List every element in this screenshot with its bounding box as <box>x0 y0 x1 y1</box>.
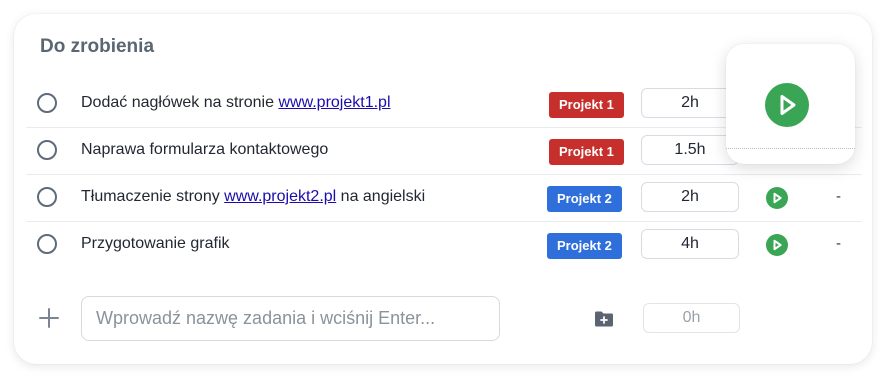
start-timer-button[interactable] <box>766 187 788 209</box>
new-task-input[interactable] <box>81 296 500 341</box>
task-text: Przygotowanie grafik <box>81 235 230 252</box>
start-timer-button[interactable] <box>766 234 788 256</box>
timer-popup <box>726 44 855 164</box>
task-row: Przygotowanie grafik Projekt 2 4h - <box>26 222 862 268</box>
play-icon <box>773 192 782 204</box>
task-extra: - <box>836 188 841 205</box>
play-icon <box>773 239 782 251</box>
project-badge[interactable]: Projekt 2 <box>547 233 622 259</box>
task-time-field[interactable]: 4h <box>641 229 739 259</box>
task-time-field[interactable]: 2h <box>641 182 739 212</box>
task-text: Naprawa formularza kontaktowego <box>81 141 329 158</box>
project-badge[interactable]: Projekt 2 <box>547 186 622 212</box>
task-time-field[interactable]: 2h <box>641 88 739 118</box>
start-timer-large-button[interactable] <box>765 83 809 127</box>
task-checkbox[interactable] <box>37 93 57 113</box>
project-badge[interactable]: Projekt 1 <box>549 92 624 118</box>
task-time-field[interactable]: 1.5h <box>641 135 739 165</box>
task-extra: - <box>836 235 841 252</box>
task-text: Dodać nagłówek na stronie www.projekt1.p… <box>81 94 391 111</box>
task-link[interactable]: www.projekt1.pl <box>278 94 390 111</box>
task-text: Tłumaczenie strony www.projekt2.pl na an… <box>81 188 426 205</box>
play-icon <box>780 95 796 115</box>
plus-icon[interactable] <box>38 307 60 329</box>
task-link[interactable]: www.projekt2.pl <box>224 188 336 205</box>
popup-divider <box>726 148 855 149</box>
task-checkbox[interactable] <box>37 187 57 207</box>
section-title: Do zrobienia <box>40 36 155 57</box>
project-badge[interactable]: Projekt 1 <box>549 139 624 165</box>
task-checkbox[interactable] <box>37 234 57 254</box>
task-checkbox[interactable] <box>37 140 57 160</box>
folder-add-icon[interactable] <box>594 310 614 328</box>
task-row: Tłumaczenie strony www.projekt2.pl na an… <box>26 175 862 222</box>
new-task-time-field[interactable]: 0h <box>643 303 740 333</box>
